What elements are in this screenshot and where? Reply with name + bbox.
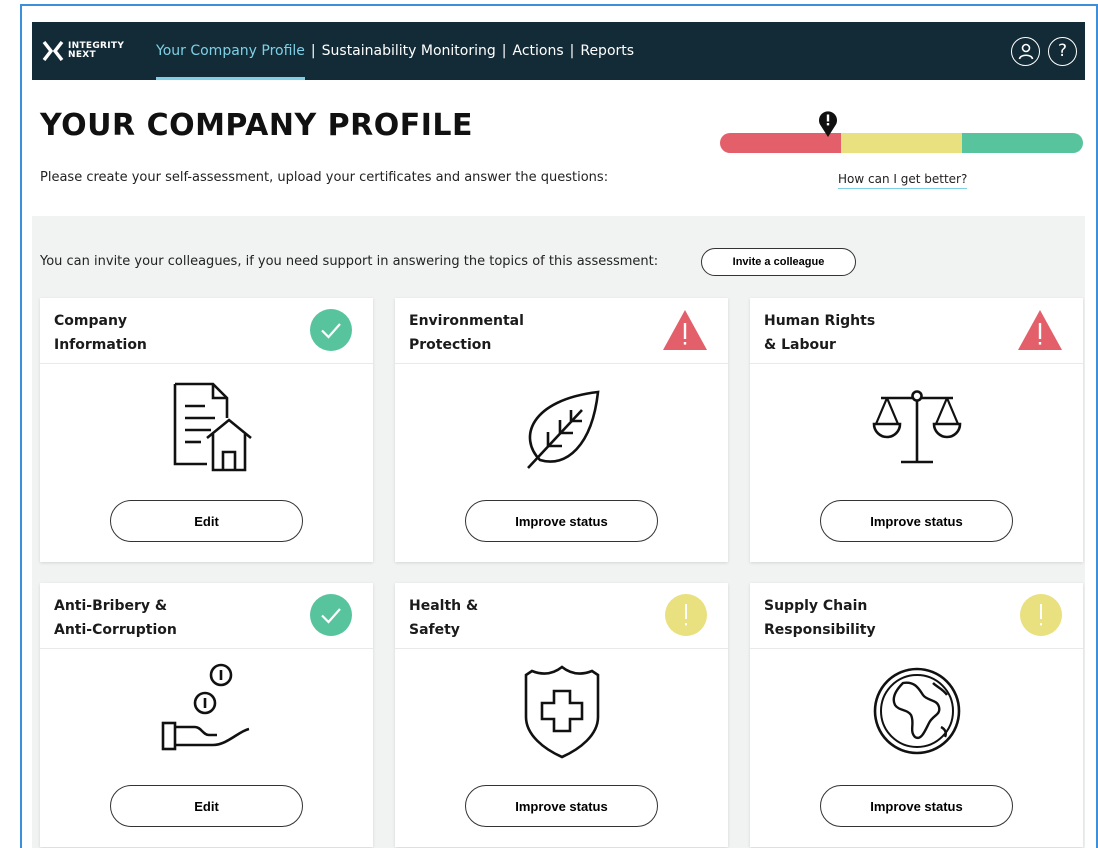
card-title-line: Protection: [409, 337, 492, 353]
card-illustration: [395, 661, 728, 761]
card-illustration: [395, 376, 728, 476]
warning-triangle-icon: [1018, 310, 1062, 350]
warning-triangle-icon: [663, 310, 707, 350]
card-title-line: Anti-Corruption: [54, 622, 177, 638]
user-profile-icon[interactable]: [1011, 36, 1040, 66]
document-house-icon: [173, 382, 252, 472]
globe-icon: [873, 667, 960, 755]
check-icon: [310, 594, 352, 636]
card-illustration: [40, 376, 373, 476]
top-navbar: INTEGRITY NEXT Your Company Profile | Su…: [32, 22, 1085, 80]
status-segment-green: [962, 133, 1083, 153]
page-header: YOUR COMPANY PROFILE Please create your …: [32, 80, 1085, 216]
card-human-rights-labour: Human Rights & Labour Improve status: [750, 298, 1083, 562]
exclamation-icon: [1020, 594, 1062, 636]
invite-colleague-button[interactable]: Invite a colleague: [701, 248, 856, 276]
user-glyph-icon: [1018, 43, 1033, 60]
card-title-line: Information: [54, 337, 147, 353]
improve-status-button[interactable]: Improve status: [820, 500, 1013, 542]
status-progress-bar: [720, 133, 1083, 153]
card-title: Supply Chain Responsibility: [764, 594, 984, 642]
logo-text: INTEGRITY NEXT: [68, 42, 124, 60]
card-header: Company Information: [40, 298, 373, 364]
nav-your-company-profile[interactable]: Your Company Profile: [156, 22, 305, 80]
card-header: Anti-Bribery & Anti-Corruption: [40, 583, 373, 649]
assessment-content: You can invite your colleagues, if you n…: [32, 216, 1085, 848]
nav-icon-group: ?: [1011, 36, 1077, 66]
card-title-line: Safety: [409, 622, 460, 638]
exclamation-icon: [665, 594, 707, 636]
hand-coins-icon: [161, 663, 249, 751]
integrity-next-logo[interactable]: INTEGRITY NEXT: [42, 41, 154, 61]
card-company-information: Company Information Edit: [40, 298, 373, 562]
card-supply-chain: Supply Chain Responsibility Improve stat…: [750, 583, 1083, 847]
card-title: Company Information: [54, 309, 274, 357]
page-title: YOUR COMPANY PROFILE: [40, 108, 474, 143]
card-header: Environmental Protection: [395, 298, 728, 364]
leaf-icon: [526, 390, 599, 469]
scales-icon: [872, 390, 961, 464]
card-title: Health & Safety: [409, 594, 629, 642]
card-header: Health & Safety: [395, 583, 728, 649]
card-anti-bribery: Anti-Bribery & Anti-Corruption Edit: [40, 583, 373, 847]
status-segment-yellow: [841, 133, 962, 153]
card-title: Environmental Protection: [409, 309, 629, 357]
improve-status-button[interactable]: Improve status: [465, 785, 658, 827]
card-environmental-protection: Environmental Protection Improve status: [395, 298, 728, 562]
main-nav: Your Company Profile | Sustainability Mo…: [156, 22, 634, 80]
app-frame: INTEGRITY NEXT Your Company Profile | Su…: [20, 4, 1098, 848]
improve-status-button[interactable]: Improve status: [465, 500, 658, 542]
help-icon[interactable]: ?: [1048, 36, 1077, 66]
card-title-line: Environmental: [409, 313, 524, 329]
card-title-line: & Labour: [764, 337, 836, 353]
help-glyph: ?: [1057, 41, 1068, 61]
card-title-line: Health &: [409, 598, 479, 614]
card-illustration: [750, 376, 1083, 476]
card-illustration: [750, 661, 1083, 761]
nav-separator: |: [569, 43, 575, 59]
nav-reports[interactable]: Reports: [580, 22, 634, 80]
nav-separator: |: [501, 43, 507, 59]
card-title: Anti-Bribery & Anti-Corruption: [54, 594, 274, 642]
status-marker-icon: [819, 111, 837, 137]
card-header: Human Rights & Labour: [750, 298, 1083, 364]
card-title-line: Supply Chain: [764, 598, 868, 614]
page-subtitle: Please create your self-assessment, uplo…: [40, 170, 609, 185]
nav-actions[interactable]: Actions: [512, 22, 563, 80]
shield-cross-icon: [524, 665, 599, 759]
check-icon: [310, 309, 352, 351]
edit-button[interactable]: Edit: [110, 500, 303, 542]
edit-button[interactable]: Edit: [110, 785, 303, 827]
card-header: Supply Chain Responsibility: [750, 583, 1083, 649]
card-title-line: Anti-Bribery &: [54, 598, 168, 614]
card-title-line: Human Rights: [764, 313, 876, 329]
card-title-line: Company: [54, 313, 128, 329]
invite-text: You can invite your colleagues, if you n…: [40, 254, 659, 269]
logo-x-icon: [42, 41, 64, 61]
nav-sustainability-monitoring[interactable]: Sustainability Monitoring: [322, 22, 496, 80]
nav-separator: |: [310, 43, 316, 59]
how-can-i-get-better-link[interactable]: How can I get better?: [838, 172, 968, 189]
improve-status-button[interactable]: Improve status: [820, 785, 1013, 827]
card-title-line: Responsibility: [764, 622, 876, 638]
logo-line2: NEXT: [68, 50, 96, 60]
card-illustration: [40, 661, 373, 761]
card-health-safety: Health & Safety Improve status: [395, 583, 728, 847]
card-title: Human Rights & Labour: [764, 309, 984, 357]
